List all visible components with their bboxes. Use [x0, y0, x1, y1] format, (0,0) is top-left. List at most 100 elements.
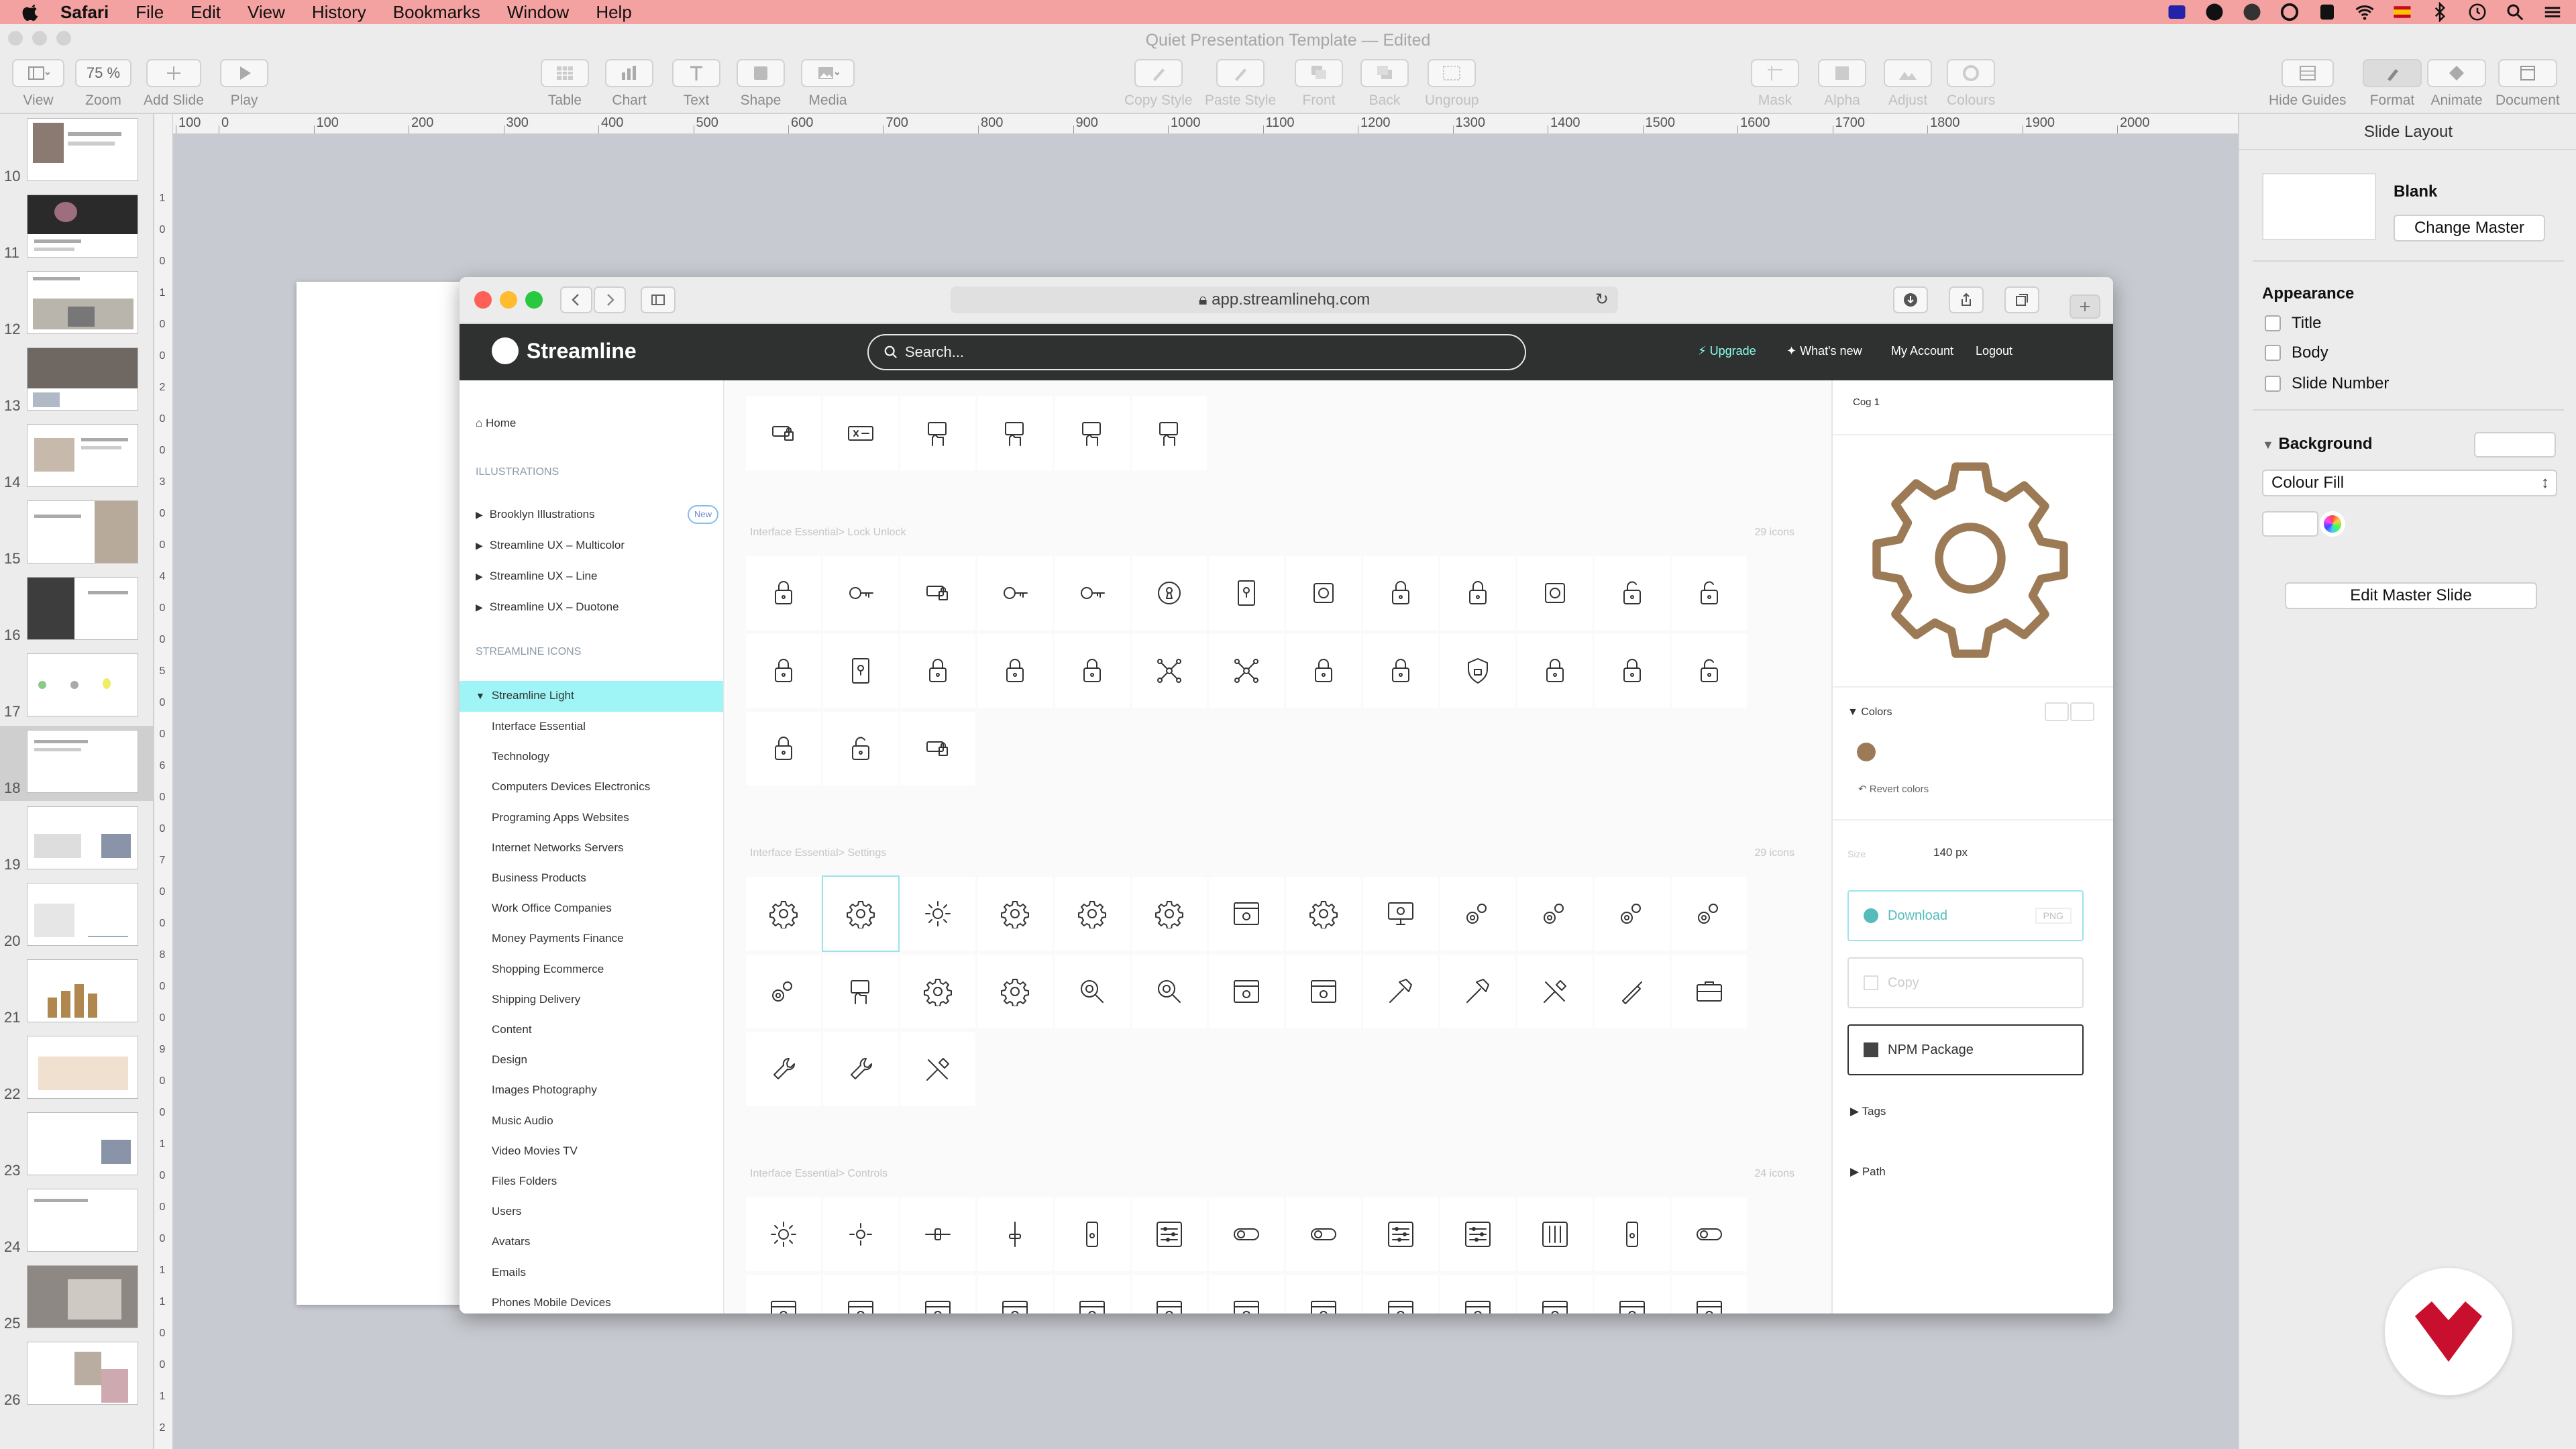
- icon-cell[interactable]: [900, 396, 975, 470]
- icon-cell[interactable]: [746, 396, 821, 470]
- icon-cell[interactable]: [900, 712, 975, 786]
- slide-thumb-19[interactable]: 19: [0, 802, 153, 877]
- icon-cell[interactable]: [1209, 1275, 1284, 1313]
- icon-cell[interactable]: [900, 1275, 975, 1313]
- app-icon-3[interactable]: [2279, 2, 2300, 22]
- icon-cell[interactable]: [1286, 556, 1361, 630]
- icon-cell[interactable]: [1055, 955, 1130, 1028]
- sidebar-toggle-button[interactable]: [641, 286, 676, 313]
- play-tool[interactable]: Play: [220, 59, 268, 109]
- clock-icon[interactable]: [2467, 2, 2487, 22]
- icon-cell[interactable]: [823, 556, 898, 630]
- nav-category-item[interactable]: Shipping Delivery: [492, 993, 580, 1006]
- nav-category-item[interactable]: Images Photography: [492, 1083, 597, 1097]
- nav-category-item[interactable]: Internet Networks Servers: [492, 841, 624, 855]
- list-view-icon[interactable]: [2070, 702, 2094, 721]
- icon-cell[interactable]: [1055, 1275, 1130, 1313]
- shape-tool[interactable]: Shape: [737, 59, 785, 109]
- hide-guides-tool[interactable]: Hide Guides: [2269, 59, 2347, 109]
- icon-cell[interactable]: [1132, 396, 1207, 470]
- nav-category-item[interactable]: Phones Mobile Devices: [492, 1296, 611, 1309]
- tags-toggle[interactable]: ▶ Tags: [1850, 1105, 1886, 1118]
- icon-cell[interactable]: [1595, 877, 1670, 951]
- slide-thumb-18[interactable]: 18: [0, 726, 153, 801]
- icon-cell[interactable]: [977, 1197, 1053, 1271]
- icon-cell[interactable]: [1363, 556, 1438, 630]
- icon-cell[interactable]: [1286, 634, 1361, 708]
- apple-icon[interactable]: [21, 2, 42, 22]
- menu-bookmarks[interactable]: Bookmarks: [393, 2, 480, 23]
- nav-category-item[interactable]: Interface Essential: [492, 720, 586, 733]
- menu-file[interactable]: File: [136, 2, 164, 23]
- format-select[interactable]: PNG: [2035, 908, 2072, 924]
- ungroup-tool[interactable]: Ungroup: [1425, 59, 1479, 109]
- icon-cell[interactable]: [1363, 1197, 1438, 1271]
- menu-view[interactable]: View: [248, 2, 285, 23]
- slide-thumb-10[interactable]: 10: [0, 114, 153, 189]
- fill-type-select[interactable]: Colour Fill ↕: [2262, 470, 2557, 496]
- nav-category-item[interactable]: Video Movies TV: [492, 1144, 578, 1158]
- icon-cell[interactable]: [1209, 955, 1284, 1028]
- nav-category-item[interactable]: Users: [492, 1205, 521, 1218]
- icon-cell[interactable]: [1363, 634, 1438, 708]
- downloads-button[interactable]: [1893, 286, 1928, 313]
- icon-cell[interactable]: [1672, 556, 1747, 630]
- copy-style-tool[interactable]: Copy Style: [1124, 59, 1193, 109]
- slide-thumb-17[interactable]: 17: [0, 649, 153, 724]
- icon-cell[interactable]: [977, 1275, 1053, 1313]
- home-link[interactable]: ⌂ Home: [476, 417, 516, 430]
- icon-cell[interactable]: [823, 396, 898, 470]
- icon-cell[interactable]: [977, 634, 1053, 708]
- table-tool[interactable]: Table: [541, 59, 589, 109]
- back-nav-button[interactable]: [560, 286, 592, 313]
- icon-cell[interactable]: [823, 1275, 898, 1313]
- my-account-link[interactable]: My Account: [1891, 344, 1953, 358]
- nav-category-item[interactable]: Work Office Companies: [492, 902, 612, 915]
- menu-safari[interactable]: Safari: [60, 2, 109, 23]
- nav-category-item[interactable]: Files Folders: [492, 1175, 557, 1188]
- fullscreen-window-button[interactable]: [525, 291, 543, 309]
- icon-cell[interactable]: [746, 1032, 821, 1106]
- icon-cell[interactable]: [1132, 1197, 1207, 1271]
- bluetooth-icon[interactable]: [2430, 2, 2450, 22]
- view-tool[interactable]: View: [12, 59, 64, 109]
- nav-category-item[interactable]: Design: [492, 1053, 527, 1067]
- icon-cell[interactable]: [746, 877, 821, 951]
- screen-record-icon[interactable]: [2167, 2, 2187, 22]
- revert-colors-link[interactable]: ↶ Revert colors: [1858, 783, 1929, 795]
- icon-cell[interactable]: [1595, 1275, 1670, 1313]
- nav-ux-line[interactable]: ▶ Streamline UX – Line: [476, 570, 597, 583]
- icon-cell[interactable]: [1286, 1197, 1361, 1271]
- icon-cell[interactable]: [900, 955, 975, 1028]
- background-toggle[interactable]: ▼ Background: [2262, 435, 2373, 453]
- reload-icon[interactable]: ↻: [1595, 286, 1609, 313]
- nav-ux-duotone[interactable]: ▶ Streamline UX – Duotone: [476, 600, 619, 614]
- icon-cell[interactable]: [1286, 877, 1361, 951]
- address-bar[interactable]: 🔒︎ app.streamlinehq.com ↻: [951, 286, 1618, 313]
- icon-cell[interactable]: [1440, 1275, 1515, 1313]
- icon-cell[interactable]: [900, 877, 975, 951]
- icon-cell[interactable]: [1595, 556, 1670, 630]
- icon-cell[interactable]: [746, 955, 821, 1028]
- nav-category-item[interactable]: Avatars: [492, 1235, 530, 1248]
- zoom-tool[interactable]: 75 % Zoom: [75, 59, 131, 109]
- alpha-tool[interactable]: Alpha: [1818, 59, 1866, 109]
- slide-number-checkbox[interactable]: [2265, 376, 2281, 392]
- icon-cell[interactable]: [1440, 634, 1515, 708]
- wifi-icon[interactable]: [2355, 2, 2375, 22]
- flag-icon[interactable]: [2392, 2, 2412, 22]
- nav-streamline-light[interactable]: ▼ Streamline Light: [476, 689, 574, 702]
- icon-cell[interactable]: [1440, 1197, 1515, 1271]
- icon-cell[interactable]: [1672, 1197, 1747, 1271]
- change-master-button[interactable]: Change Master: [2394, 215, 2545, 241]
- icon-cell[interactable]: [1209, 1197, 1284, 1271]
- slide-thumb-22[interactable]: 22: [0, 1032, 153, 1107]
- slide-thumb-26[interactable]: 26: [0, 1338, 153, 1413]
- slide-thumb-24[interactable]: 24: [0, 1185, 153, 1260]
- minimize-window-button[interactable]: [500, 291, 517, 309]
- background-color-well[interactable]: [2474, 432, 2556, 458]
- slide-thumb-16[interactable]: 16: [0, 573, 153, 648]
- icon-cell[interactable]: [977, 877, 1053, 951]
- icon-cell[interactable]: [900, 556, 975, 630]
- slide-thumb-25[interactable]: 25: [0, 1261, 153, 1336]
